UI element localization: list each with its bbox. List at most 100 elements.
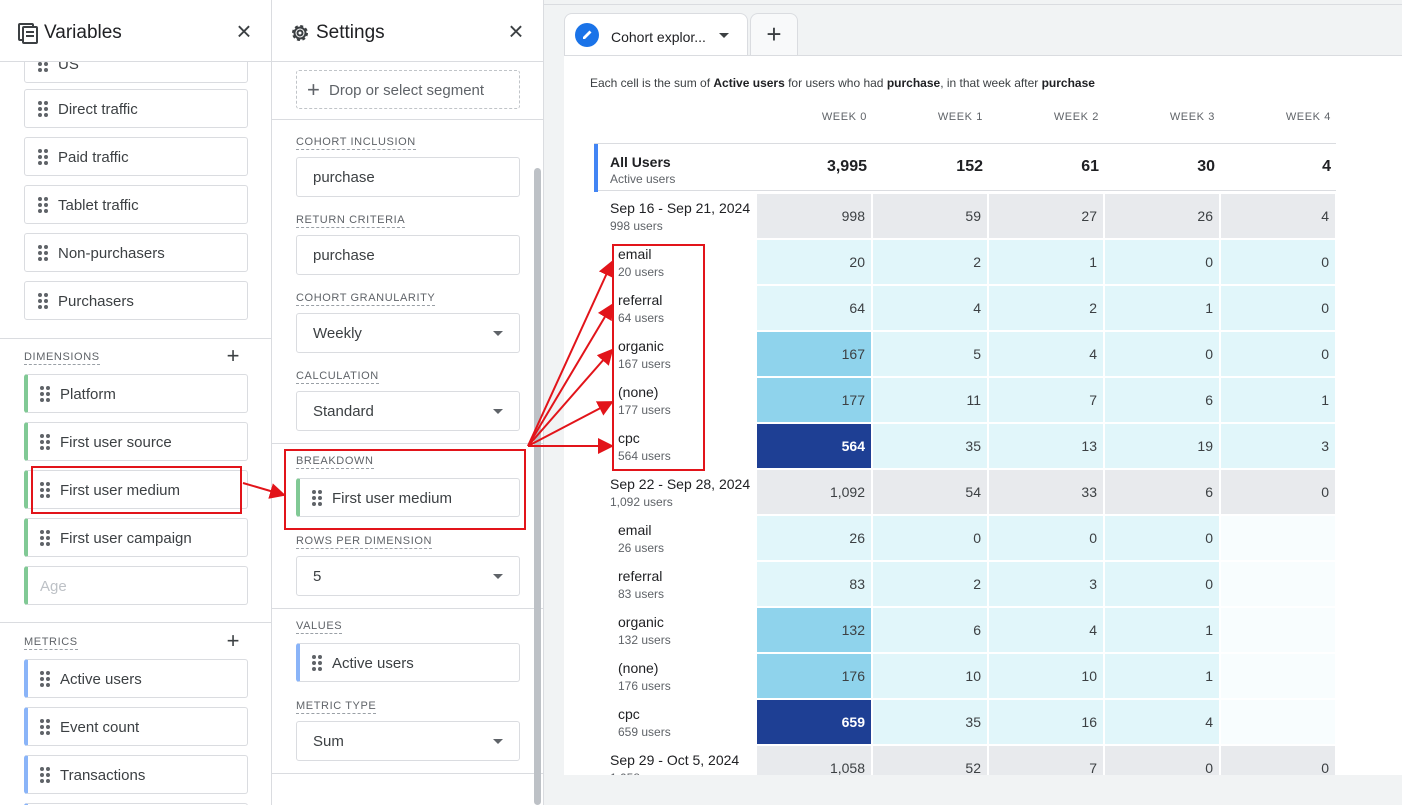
cohort-inclusion-field[interactable]: purchase xyxy=(296,157,520,197)
drag-handle-icon[interactable] xyxy=(40,671,50,687)
segment-chip-direct-traffic[interactable]: Direct traffic xyxy=(24,89,248,128)
table-cell[interactable]: 564 xyxy=(757,424,871,468)
table-cell[interactable]: 52 xyxy=(873,746,987,775)
table-cell[interactable]: 5 xyxy=(873,332,987,376)
table-cell[interactable]: 10 xyxy=(873,654,987,698)
dimension-chip-age[interactable]: Age xyxy=(24,566,248,605)
metric-chip-transactions[interactable]: Transactions xyxy=(24,755,248,794)
week-header[interactable]: WEEK 0 xyxy=(757,111,873,123)
table-cell[interactable]: 998 xyxy=(757,194,871,238)
table-cell[interactable]: 7 xyxy=(989,378,1103,422)
drag-handle-icon[interactable] xyxy=(40,386,50,402)
table-cell[interactable]: 11 xyxy=(873,378,987,422)
table-cell[interactable]: 2 xyxy=(989,286,1103,330)
table-cell[interactable]: 177 xyxy=(757,378,871,422)
metric-type-select[interactable]: Sum xyxy=(296,721,520,761)
table-cell[interactable]: 33 xyxy=(989,470,1103,514)
table-cell[interactable]: 3 xyxy=(989,562,1103,606)
segment-chip-paid-traffic[interactable]: Paid traffic xyxy=(24,137,248,176)
table-cell[interactable]: 0 xyxy=(1221,240,1335,284)
drag-handle-icon[interactable] xyxy=(38,197,48,213)
table-cell[interactable]: 2 xyxy=(873,562,987,606)
table-cell[interactable]: 0 xyxy=(1105,562,1219,606)
add-tab-button[interactable]: + xyxy=(750,13,798,55)
table-cell[interactable]: 6 xyxy=(1105,378,1219,422)
table-cell[interactable]: 1,092 xyxy=(757,470,871,514)
metric-chip-active-users[interactable]: Active users xyxy=(24,659,248,698)
rows-per-dimension-select[interactable]: 5 xyxy=(296,556,520,596)
table-cell[interactable]: 35 xyxy=(873,700,987,744)
table-cell[interactable]: 4 xyxy=(989,608,1103,652)
segment-chip-tablet-traffic[interactable]: Tablet traffic xyxy=(24,185,248,224)
drag-handle-icon[interactable] xyxy=(38,149,48,165)
drag-handle-icon[interactable] xyxy=(40,530,50,546)
table-cell[interactable]: 6 xyxy=(873,608,987,652)
dimension-chip-first-user-source[interactable]: First user source xyxy=(24,422,248,461)
table-cell[interactable]: 0 xyxy=(1105,240,1219,284)
close-icon[interactable]: × xyxy=(505,18,527,44)
drag-handle-icon[interactable] xyxy=(40,434,50,450)
values-chip-active-users[interactable]: Active users xyxy=(296,643,520,682)
drag-handle-icon[interactable] xyxy=(38,101,48,117)
table-cell[interactable]: 0 xyxy=(989,516,1103,560)
table-cell[interactable]: 16 xyxy=(989,700,1103,744)
scrollbar[interactable] xyxy=(534,168,541,805)
table-cell[interactable]: 176 xyxy=(757,654,871,698)
table-cell[interactable]: 132 xyxy=(757,608,871,652)
table-cell[interactable]: 0 xyxy=(1105,516,1219,560)
metric-chip-event-count[interactable]: Event count xyxy=(24,707,248,746)
table-cell[interactable] xyxy=(1221,700,1335,744)
table-cell[interactable]: 0 xyxy=(873,516,987,560)
week-header[interactable]: WEEK 3 xyxy=(1105,111,1221,123)
drag-handle-icon[interactable] xyxy=(38,245,48,261)
table-cell[interactable]: 64 xyxy=(757,286,871,330)
week-header[interactable]: WEEK 4 xyxy=(1221,111,1337,123)
drag-handle-icon[interactable] xyxy=(38,293,48,309)
table-cell[interactable]: 2 xyxy=(873,240,987,284)
table-cell[interactable] xyxy=(1221,608,1335,652)
table-cell[interactable]: 4 xyxy=(1221,194,1335,238)
dimension-chip-first-user-campaign[interactable]: First user campaign xyxy=(24,518,248,557)
table-cell[interactable]: 59 xyxy=(873,194,987,238)
table-cell[interactable]: 3 xyxy=(1221,424,1335,468)
table-cell[interactable]: 0 xyxy=(1105,746,1219,775)
calculation-select[interactable]: Standard xyxy=(296,391,520,431)
table-cell[interactable]: 1,058 xyxy=(757,746,871,775)
return-criteria-field[interactable]: purchase xyxy=(296,235,520,275)
table-cell[interactable]: 1 xyxy=(1221,378,1335,422)
tab-cohort-exploration[interactable]: Cohort explor... xyxy=(564,13,748,55)
table-cell[interactable]: 659 xyxy=(757,700,871,744)
table-cell[interactable]: 1 xyxy=(989,240,1103,284)
table-cell[interactable]: 26 xyxy=(1105,194,1219,238)
table-cell[interactable] xyxy=(1221,562,1335,606)
close-icon[interactable]: × xyxy=(233,18,255,44)
week-header[interactable]: WEEK 2 xyxy=(989,111,1105,123)
table-cell[interactable]: 7 xyxy=(989,746,1103,775)
table-cell[interactable] xyxy=(1221,516,1335,560)
table-cell[interactable]: 19 xyxy=(1105,424,1219,468)
add-dimension-icon[interactable]: + xyxy=(224,345,242,367)
table-cell[interactable]: 13 xyxy=(989,424,1103,468)
table-cell[interactable]: 4 xyxy=(1105,700,1219,744)
segment-chip-non-purchasers[interactable]: Non-purchasers xyxy=(24,233,248,272)
drag-handle-icon[interactable] xyxy=(312,655,322,671)
table-cell[interactable]: 0 xyxy=(1221,286,1335,330)
table-cell[interactable]: 0 xyxy=(1105,332,1219,376)
table-cell[interactable]: 1 xyxy=(1105,654,1219,698)
drag-handle-icon[interactable] xyxy=(40,767,50,783)
table-cell[interactable]: 4 xyxy=(989,332,1103,376)
drag-handle-icon[interactable] xyxy=(40,719,50,735)
add-metric-icon[interactable]: + xyxy=(224,630,242,652)
chevron-down-icon[interactable] xyxy=(719,33,729,38)
table-cell[interactable]: 35 xyxy=(873,424,987,468)
table-cell[interactable]: 0 xyxy=(1221,470,1335,514)
table-cell[interactable]: 167 xyxy=(757,332,871,376)
table-cell[interactable]: 1 xyxy=(1105,608,1219,652)
table-cell[interactable]: 0 xyxy=(1221,746,1335,775)
dimension-chip-platform[interactable]: Platform xyxy=(24,374,248,413)
table-cell[interactable] xyxy=(1221,654,1335,698)
table-cell[interactable]: 4 xyxy=(873,286,987,330)
table-cell[interactable]: 83 xyxy=(757,562,871,606)
segment-drop-zone[interactable]: + Drop or select segment xyxy=(296,70,520,109)
table-cell[interactable]: 10 xyxy=(989,654,1103,698)
